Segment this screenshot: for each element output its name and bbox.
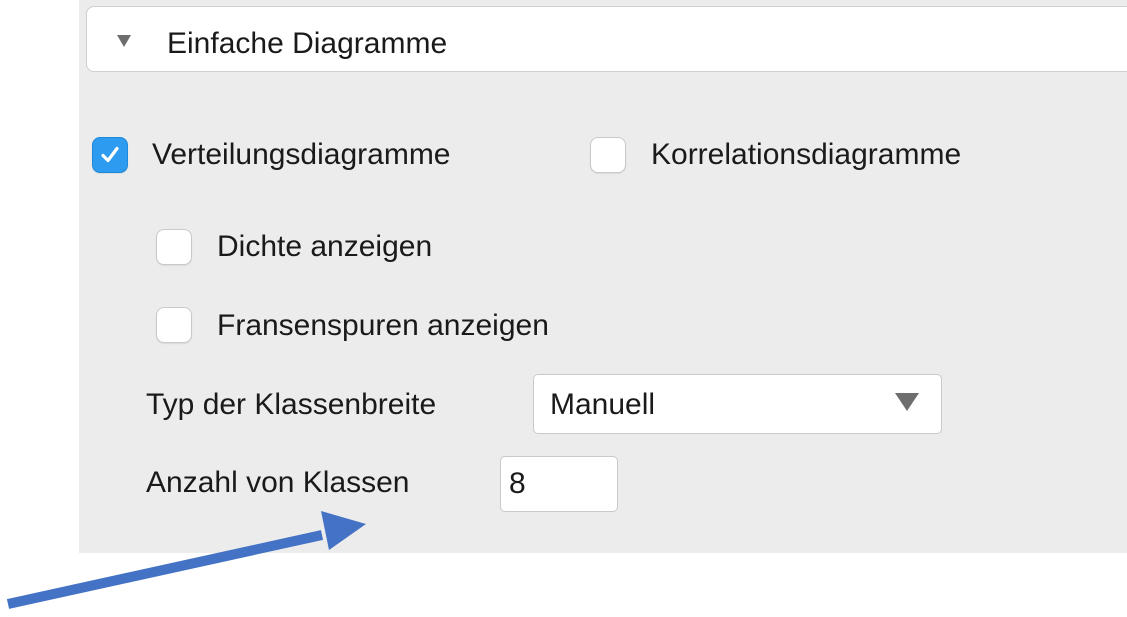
arrow-icon xyxy=(6,511,366,609)
page: Einfache Diagramme Verteilungsdiagramme … xyxy=(0,0,1127,617)
